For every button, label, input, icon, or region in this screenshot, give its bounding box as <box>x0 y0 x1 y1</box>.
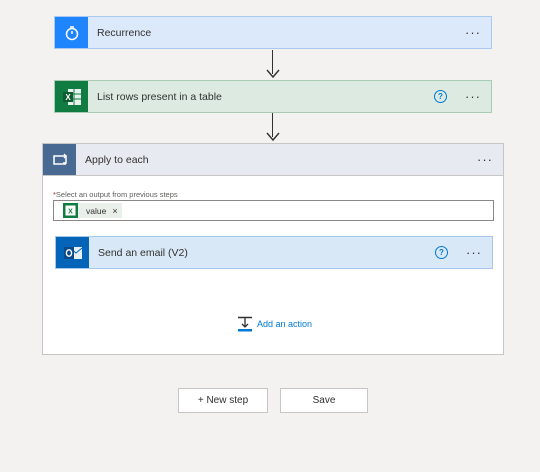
more-options-button[interactable]: ··· <box>466 246 482 259</box>
new-step-button[interactable]: + New step <box>178 388 268 413</box>
step-title: List rows present in a table <box>97 90 222 103</box>
add-action-icon <box>238 316 252 332</box>
help-icon[interactable]: ? <box>434 90 447 103</box>
more-options-button[interactable]: ··· <box>465 90 481 103</box>
field-label: *Select an output from previous steps <box>53 190 178 199</box>
more-options-button[interactable]: ··· <box>465 26 481 39</box>
connector-arrow <box>266 113 280 143</box>
recurrence-step[interactable]: Recurrence ··· <box>54 16 492 49</box>
apply-to-each-step: Apply to each ··· *Select an output from… <box>42 143 504 355</box>
save-button[interactable]: Save <box>280 388 368 413</box>
step-title: Apply to each <box>85 153 149 166</box>
loop-icon <box>52 153 67 165</box>
step-title: Recurrence <box>97 26 152 39</box>
outlook-icon <box>63 246 82 259</box>
connector-arrow <box>266 50 280 80</box>
excel-token-icon: X <box>63 203 78 218</box>
add-action-label: Add an action <box>257 319 313 329</box>
loop-icon-box <box>43 144 76 175</box>
step-title: Send an email (V2) <box>98 246 188 259</box>
excel-icon-box: X <box>55 81 88 112</box>
apply-to-each-header[interactable]: Apply to each ··· <box>43 144 503 176</box>
value-token[interactable]: X value × <box>63 203 122 218</box>
recurrence-icon-box <box>55 17 88 48</box>
svg-text:X: X <box>65 93 71 102</box>
send-email-step[interactable]: Send an email (V2) ? ··· <box>55 236 493 269</box>
select-output-input[interactable]: X value × <box>53 200 494 221</box>
add-action-button[interactable]: Add an action <box>237 316 312 332</box>
list-rows-step[interactable]: X List rows present in a table ? ··· <box>54 80 492 113</box>
help-icon[interactable]: ? <box>435 246 448 259</box>
excel-icon: X <box>62 88 81 105</box>
outlook-icon-box <box>56 237 89 268</box>
remove-token-button[interactable]: × <box>112 206 117 216</box>
svg-text:X: X <box>68 209 73 216</box>
more-options-button[interactable]: ··· <box>477 153 493 166</box>
stopwatch-icon <box>65 25 78 40</box>
token-label: value <box>86 205 107 216</box>
